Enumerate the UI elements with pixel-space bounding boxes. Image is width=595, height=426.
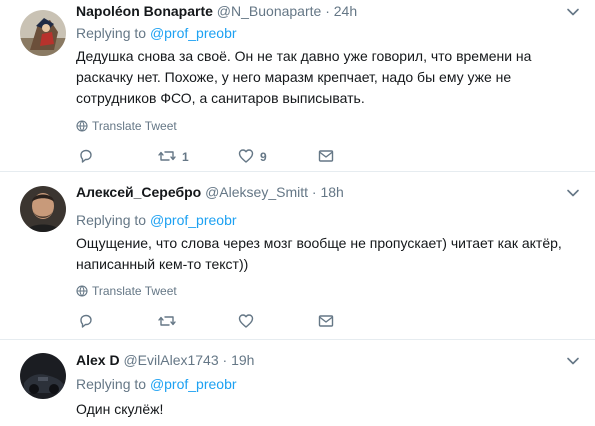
tweet[interactable]: Alex D @EvilAlex1743 · 19h Replying to @… <box>0 341 595 426</box>
envelope-icon <box>318 150 334 162</box>
replying-to: Replying to @prof_preobr <box>76 375 237 393</box>
tweet[interactable]: Алексей_Серебро @Aleksey_Smitt · 18h Rep… <box>0 173 595 340</box>
tweet-text-line: сотрудников ФСО, а санитаров выписывать. <box>76 90 365 106</box>
tweet-actions <box>76 313 356 333</box>
mention-link[interactable]: @prof_preobr <box>150 376 237 392</box>
user-handle[interactable]: @N_Buonaparte <box>217 3 322 19</box>
reply-button[interactable] <box>78 313 94 333</box>
tweet[interactable]: Napoléon Bonaparte @N_Buonaparte · 24h R… <box>0 0 595 172</box>
direct-message-button[interactable] <box>318 148 334 168</box>
separator-dot: · <box>311 184 317 200</box>
globe-icon <box>76 285 88 297</box>
like-button[interactable]: 9 <box>238 148 267 168</box>
retweet-button[interactable] <box>158 313 182 333</box>
separator-dot: · <box>325 3 330 19</box>
tweet-text-line: Ощущение, что слова через мозг вообще не… <box>76 235 562 251</box>
replying-to-label: Replying to <box>76 376 147 392</box>
translate-label[interactable]: Translate Tweet <box>92 119 177 133</box>
envelope-icon <box>318 315 334 327</box>
reply-icon <box>80 314 92 328</box>
separator-dot: · <box>222 352 228 368</box>
globe-icon <box>76 120 88 132</box>
chevron-down-icon[interactable] <box>566 186 580 200</box>
tweet-text-line: написанный кем-то текст)) <box>76 256 249 272</box>
translate-label[interactable]: Translate Tweet <box>92 284 177 298</box>
timestamp[interactable]: 18h <box>320 184 343 200</box>
timestamp[interactable]: 24h <box>334 3 357 19</box>
avatar[interactable] <box>20 10 66 56</box>
chevron-down-icon[interactable] <box>566 5 580 19</box>
retweet-icon <box>158 316 176 326</box>
avatar[interactable] <box>20 353 66 399</box>
tweet-text-line: Один скулёж! <box>76 401 164 417</box>
user-handle[interactable]: @EvilAlex1743 <box>123 352 218 368</box>
like-count: 9 <box>260 150 267 164</box>
replying-to-label: Replying to <box>76 212 147 228</box>
avatar[interactable] <box>20 186 66 232</box>
user-handle[interactable]: @Aleksey_Smitt <box>205 184 308 200</box>
translate-tweet-link[interactable]: Translate Tweet <box>76 119 177 133</box>
translate-tweet-link[interactable]: Translate Tweet <box>76 284 177 298</box>
retweet-icon <box>158 151 176 161</box>
replying-to-label: Replying to <box>76 25 147 41</box>
retweet-button[interactable]: 1 <box>158 148 189 168</box>
tweet-text: Один скулёж! <box>76 399 581 420</box>
tweet-text-line: раскачку нет. Похоже, у него маразм креп… <box>76 69 512 85</box>
tweet-header: Napoléon Bonaparte @N_Buonaparte · 24h <box>76 2 357 20</box>
tweet-header: Alex D @EvilAlex1743 · 19h <box>76 351 254 369</box>
like-button[interactable] <box>238 313 260 333</box>
reply-icon <box>80 149 92 163</box>
mention-link[interactable]: @prof_preobr <box>150 25 237 41</box>
replying-to: Replying to @prof_preobr <box>76 211 237 229</box>
replying-to: Replying to @prof_preobr <box>76 24 237 42</box>
display-name[interactable]: Алексей_Серебро <box>76 184 201 200</box>
tweet-text: Ощущение, что слова через мозг вообще не… <box>76 233 581 275</box>
display-name[interactable]: Alex D <box>76 352 120 368</box>
heart-icon <box>238 149 254 163</box>
tweet-header: Алексей_Серебро @Aleksey_Smitt · 18h <box>76 183 344 201</box>
mention-link[interactable]: @prof_preobr <box>150 212 237 228</box>
heart-icon <box>238 314 254 328</box>
timestamp[interactable]: 19h <box>231 352 254 368</box>
tweet-text: Дедушка снова за своё. Он не так давно у… <box>76 46 581 109</box>
retweet-count: 1 <box>182 150 189 164</box>
chevron-down-icon[interactable] <box>566 354 580 368</box>
display-name[interactable]: Napoléon Bonaparte <box>76 3 213 19</box>
direct-message-button[interactable] <box>318 313 334 333</box>
tweet-actions: 1 9 <box>76 148 356 168</box>
reply-button[interactable] <box>78 148 94 168</box>
tweet-text-line: Дедушка снова за своё. Он не так давно у… <box>76 48 532 64</box>
